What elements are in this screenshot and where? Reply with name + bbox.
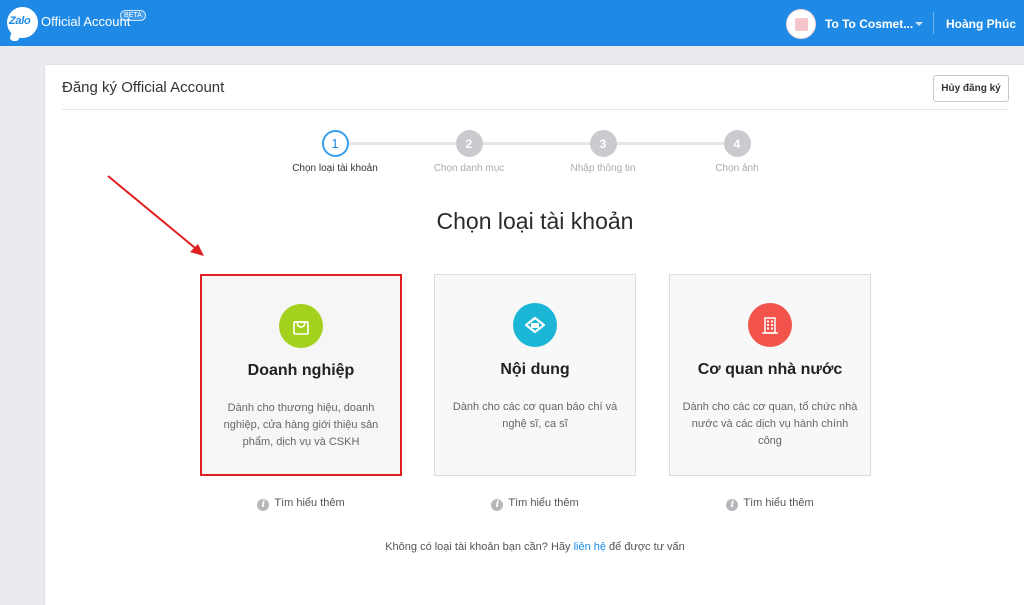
- account-dropdown-caret-icon[interactable]: [915, 22, 923, 26]
- step-2-circle: 2: [455, 130, 483, 157]
- option-title: Cơ quan nhà nước: [697, 361, 843, 378]
- step-3: 3 Nhập thông tin: [533, 130, 673, 174]
- step-2-label: Chọn danh mục: [433, 163, 505, 174]
- footer-note-suffix: để được tư vấn: [605, 541, 685, 553]
- option-card-content[interactable]: Nội dung Dành cho các cơ quan báo chí và…: [434, 274, 636, 476]
- learn-more-government-link[interactable]: i Tìm hiểu thêm: [669, 497, 871, 511]
- learn-more-content-link[interactable]: i Tìm hiểu thêm: [434, 497, 636, 511]
- registration-card: Đăng ký Official Account Hủy đăng ký 1 C…: [44, 64, 1024, 605]
- step-3-label: Nhập thông tin: [570, 163, 636, 174]
- option-title: Doanh nghiệp: [247, 362, 355, 379]
- step-1-label: Chọn loại tài khoản: [292, 163, 378, 174]
- header-divider-line: [62, 109, 1009, 110]
- annotation-arrow-icon: [107, 175, 204, 256]
- option-description: Dành cho các cơ quan, tổ chức nhà nước v…: [682, 401, 858, 447]
- info-icon: i: [491, 499, 504, 511]
- step-4-label: Chọn ảnh: [715, 163, 759, 174]
- option-title: Nội dung: [500, 361, 570, 378]
- building-icon: [748, 303, 792, 347]
- footer-note: Không có loại tài khoản bạn cần? Hãy liê…: [45, 541, 1024, 553]
- content-icon: [513, 303, 557, 347]
- user-name[interactable]: Hoàng Phúc: [946, 17, 1016, 31]
- option-description: Dành cho thương hiệu, doanh nghiệp, cửa …: [223, 402, 379, 448]
- info-icon: i: [257, 499, 270, 511]
- step-4: 4 Chọn ảnh: [667, 130, 807, 174]
- learn-more-label: Tìm hiểu thêm: [743, 497, 814, 509]
- top-bar: Zalo Official Account BETA To To Cosmet.…: [0, 0, 1024, 46]
- app-title[interactable]: Official Account: [41, 14, 130, 29]
- header-divider: [933, 12, 934, 34]
- step-4-circle: 4: [723, 130, 751, 157]
- option-card-business[interactable]: Doanh nghiệp Dành cho thương hiệu, doanh…: [200, 274, 402, 476]
- contact-link[interactable]: liên hệ: [574, 541, 606, 553]
- account-name[interactable]: To To Cosmet...: [825, 17, 913, 31]
- option-description: Dành cho các cơ quan báo chí và nghệ sĩ,…: [452, 401, 618, 430]
- step-3-circle: 3: [589, 130, 617, 157]
- shopping-bag-icon: [279, 304, 323, 348]
- beta-badge: BETA: [120, 10, 146, 21]
- option-card-government[interactable]: Cơ quan nhà nước Dành cho các cơ quan, t…: [669, 274, 871, 476]
- page-title: Đăng ký Official Account: [62, 79, 225, 96]
- footer-note-prefix: Không có loại tài khoản bạn cần? Hãy: [385, 541, 574, 553]
- step-2: 2 Chọn danh mục: [399, 130, 539, 174]
- learn-more-label: Tìm hiểu thêm: [274, 497, 345, 509]
- step-1-circle: 1: [321, 130, 349, 157]
- account-avatar[interactable]: [786, 9, 816, 39]
- learn-more-label: Tìm hiểu thêm: [508, 497, 579, 509]
- learn-more-business-link[interactable]: i Tìm hiểu thêm: [200, 497, 402, 511]
- step-1: 1 Chọn loại tài khoản: [265, 130, 405, 174]
- zalo-logo-text: Zalo: [9, 15, 31, 27]
- info-icon: i: [726, 499, 739, 511]
- cancel-registration-button[interactable]: Hủy đăng ký: [933, 75, 1009, 102]
